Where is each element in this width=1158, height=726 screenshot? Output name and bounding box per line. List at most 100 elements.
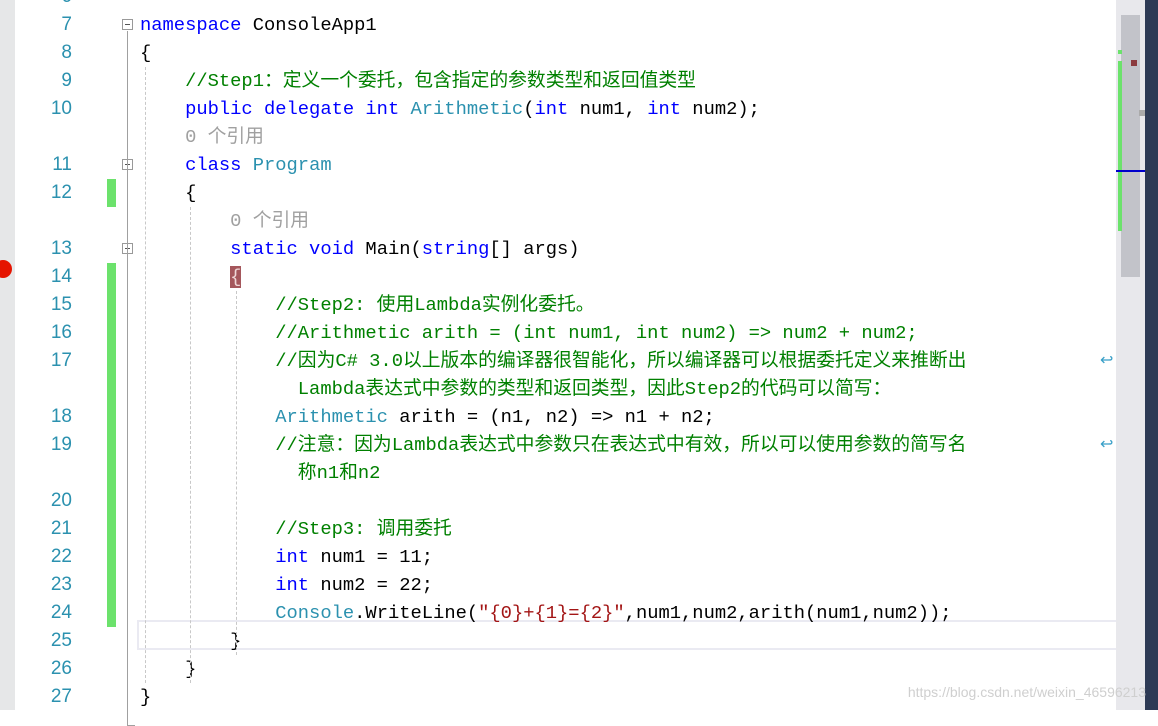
- code-line[interactable]: 0 个引用: [0, 123, 1116, 151]
- outline-line: [127, 31, 128, 725]
- code-line[interactable]: 24 Console.WriteLine("{0}+{1}={2}",num1,…: [0, 599, 1116, 627]
- code-token: public delegate int: [140, 98, 411, 120]
- line-number: 22: [50, 546, 72, 567]
- line-number: 23: [50, 574, 72, 595]
- code-token: namespace: [140, 14, 253, 36]
- line-number: 24: [50, 602, 72, 623]
- change-bar: [107, 515, 116, 543]
- code-line[interactable]: 7 namespace ConsoleApp1: [0, 11, 1116, 39]
- code-line[interactable]: 称n1和n2: [0, 459, 1116, 487]
- code-line[interactable]: 14 {: [0, 263, 1116, 291]
- line-number: 26: [50, 658, 72, 679]
- code-token: [] args): [489, 238, 580, 260]
- code-line[interactable]: 0 个引用: [0, 207, 1116, 235]
- code-line[interactable]: 13 static void Main(string[] args): [0, 235, 1116, 263]
- code-line[interactable]: 20: [0, 487, 1116, 515]
- scrollbar-thumb[interactable]: [1121, 15, 1140, 277]
- code-line[interactable]: 6: [0, 0, 1116, 11]
- code-line[interactable]: Lambda表达式中参数的类型和返回类型，因此Step2的代码可以简写：: [0, 375, 1116, 403]
- change-bar: [107, 347, 116, 375]
- line-number: 11: [52, 154, 72, 175]
- code-text: }: [140, 655, 196, 683]
- code-text: //Step1：定义一个委托，包含指定的参数类型和返回值类型: [140, 67, 696, 95]
- line-number: 18: [50, 406, 72, 427]
- change-bar: [107, 403, 116, 431]
- codelens-references[interactable]: 0 个引用: [140, 126, 264, 148]
- code-token: 称n1和n2: [140, 462, 381, 484]
- side-panel: [1145, 0, 1158, 710]
- indent-guide: [145, 67, 146, 683]
- code-line[interactable]: 10 public delegate int Arithmetic(int nu…: [0, 95, 1116, 123]
- code-token: int: [275, 546, 310, 568]
- code-token: {: [140, 42, 152, 64]
- line-number: 10: [50, 98, 72, 119]
- indent-guide: [190, 207, 191, 683]
- code-line[interactable]: 8{: [0, 39, 1116, 67]
- word-wrap-icon: ↩: [1100, 352, 1114, 370]
- code-token: //Arithmetic arith = (int num1, int num2…: [140, 322, 918, 344]
- line-number: 7: [61, 14, 72, 35]
- scroll-breakpoint-marker: [1131, 60, 1137, 66]
- line-number: 25: [50, 630, 72, 651]
- code-token: //Step2: 使用Lambda实例化委托。: [140, 294, 595, 316]
- code-token: //Step3: 调用委托: [140, 518, 452, 540]
- code-line[interactable]: 17 //因为C# 3.0以上版本的编译器很智能化，所以编译器可以根据委托定义来…: [0, 347, 1116, 375]
- line-number: 19: [50, 434, 72, 455]
- codelens-references[interactable]: 0 个引用: [140, 210, 309, 232]
- line-number: 27: [50, 686, 72, 707]
- code-line[interactable]: 26 }: [0, 655, 1116, 683]
- code-line[interactable]: 12 {: [0, 179, 1116, 207]
- code-text: int num1 = 11;: [140, 543, 433, 571]
- code-line[interactable]: 9 //Step1：定义一个委托，包含指定的参数类型和返回值类型: [0, 67, 1116, 95]
- line-number: 21: [50, 518, 72, 539]
- code-text: //注意：因为Lambda表达式中参数只在表达式中有效，所以可以使用参数的简写名: [140, 431, 966, 459]
- scroll-change-marker: [1118, 61, 1122, 231]
- line-number: 8: [61, 42, 72, 63]
- code-text: public delegate int Arithmetic(int num1,…: [140, 95, 760, 123]
- code-line[interactable]: 25 }: [0, 627, 1116, 655]
- code-token: ConsoleApp1: [252, 14, 377, 36]
- code-token: Program: [252, 154, 332, 176]
- code-line[interactable]: 22 int num1 = 11;: [0, 543, 1116, 571]
- code-token: (: [523, 98, 535, 120]
- collapse-icon[interactable]: [122, 19, 133, 30]
- code-text: 称n1和n2: [140, 459, 381, 487]
- code-token: Main(: [365, 238, 422, 260]
- code-token: arith = (n1, n2) => n1 + n2;: [387, 406, 715, 428]
- change-bar: [107, 543, 116, 571]
- code-line[interactable]: 19 //注意：因为Lambda表达式中参数只在表达式中有效，所以可以使用参数的…: [0, 431, 1116, 459]
- change-bar: [107, 291, 116, 319]
- code-token: "{0}+{1}={2}": [478, 602, 625, 624]
- code-token: Lambda表达式中参数的类型和返回类型，因此Step2的代码可以简写：: [140, 378, 892, 400]
- code-token: string: [421, 238, 490, 260]
- word-wrap-icon: ↩: [1100, 436, 1114, 454]
- code-token: //因为C# 3.0以上版本的编译器很智能化，所以编译器可以根据委托定义来推断出: [140, 350, 967, 372]
- code-token: static void: [140, 238, 366, 260]
- code-line[interactable]: 11 class Program: [0, 151, 1116, 179]
- code-token: class: [140, 154, 253, 176]
- code-token: {: [140, 182, 197, 204]
- code-text: }: [140, 683, 151, 711]
- code-token: Arithmetic: [275, 406, 388, 428]
- code-token: //注意：因为Lambda表达式中参数只在表达式中有效，所以可以使用参数的简写名: [140, 434, 967, 456]
- scroll-position-line: [1116, 170, 1145, 172]
- code-line[interactable]: 18 Arithmetic arith = (n1, n2) => n1 + n…: [0, 403, 1116, 431]
- code-line[interactable]: 15 //Step2: 使用Lambda实例化委托。: [0, 291, 1116, 319]
- code-text: namespace ConsoleApp1: [140, 11, 377, 39]
- change-bar: [107, 459, 116, 487]
- scroll-change-marker: [1118, 50, 1122, 54]
- code-line[interactable]: 23 int num2 = 22;: [0, 571, 1116, 599]
- code-token: num2 = 22;: [309, 574, 434, 596]
- code-token: Arithmetic: [410, 98, 524, 120]
- matched-brace: {: [230, 266, 242, 288]
- code-line[interactable]: 21 //Step3: 调用委托: [0, 515, 1116, 543]
- code-text: //Arithmetic arith = (int num1, int num2…: [140, 319, 918, 347]
- indent-guide: [236, 291, 237, 655]
- line-number: 6: [20, 0, 72, 11]
- code-token: }: [140, 686, 152, 708]
- line-number: 12: [50, 182, 72, 203]
- code-line[interactable]: 16 //Arithmetic arith = (int num1, int n…: [0, 319, 1116, 347]
- code-token: int: [275, 574, 310, 596]
